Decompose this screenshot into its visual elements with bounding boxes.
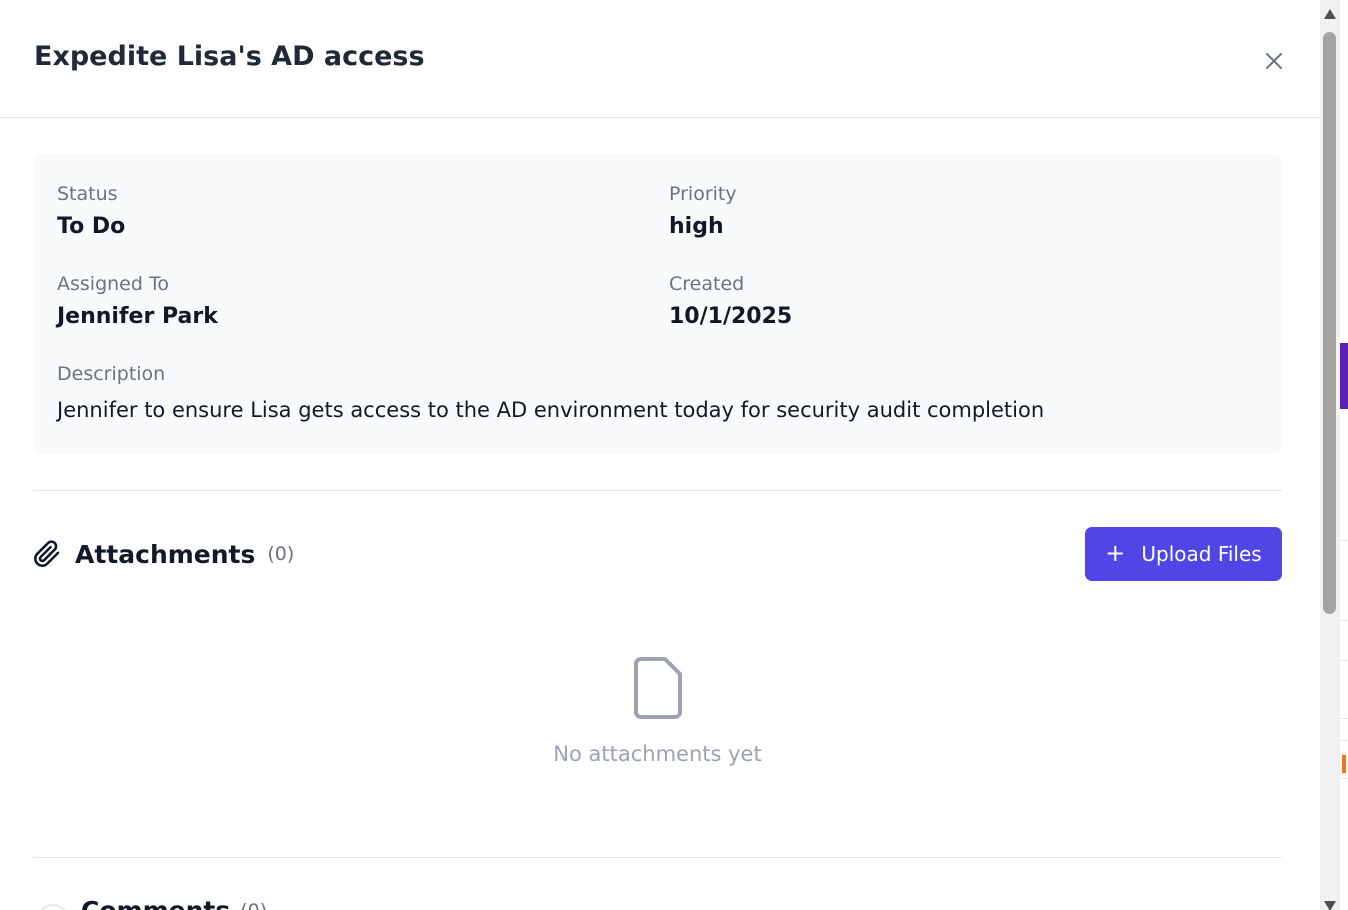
upload-files-label: Upload Files xyxy=(1141,542,1262,566)
background-divider xyxy=(1340,660,1348,661)
priority-value: high xyxy=(669,214,724,239)
scrollbar-thumb[interactable] xyxy=(1323,32,1336,614)
status-field: Status To Do xyxy=(57,183,125,240)
modal-header: Expedite Lisa's AD access xyxy=(0,0,1320,118)
status-value: To Do xyxy=(57,214,126,239)
description-value: Jennifer to ensure Lisa gets access to t… xyxy=(57,398,1045,422)
comments-header: Comments (0) xyxy=(33,896,267,910)
comments-count: (0) xyxy=(240,900,267,910)
page: Expedite Lisa's AD access Status To Do P… xyxy=(0,0,1348,910)
attachments-header: Attachments (0) + Upload Files xyxy=(33,527,1282,581)
created-label: Created xyxy=(669,273,745,295)
attachments-empty-state: No attachments yet xyxy=(33,656,1282,766)
created-field: Created 10/1/2025 xyxy=(669,273,792,330)
background-divider xyxy=(1340,778,1348,779)
background-purple-element xyxy=(1340,343,1348,409)
comments-icon xyxy=(37,904,69,910)
status-label: Status xyxy=(57,183,118,205)
task-info-card: Status To Do Priority high Assigned To J… xyxy=(33,154,1282,454)
close-icon xyxy=(1266,52,1282,69)
background-divider xyxy=(1340,620,1348,621)
assigned-value: Jennifer Park xyxy=(57,304,218,329)
scroll-up-arrow-icon[interactable] xyxy=(1324,9,1336,19)
attachments-title-group: Attachments (0) xyxy=(33,540,294,569)
plus-icon: + xyxy=(1105,538,1126,567)
modal-title: Expedite Lisa's AD access xyxy=(34,41,425,72)
file-icon xyxy=(633,657,682,719)
upload-files-button[interactable]: + Upload Files xyxy=(1085,527,1282,581)
priority-field: Priority high xyxy=(669,183,737,240)
background-divider xyxy=(1340,740,1348,741)
scroll-down-arrow-icon[interactable] xyxy=(1324,901,1336,910)
close-button[interactable] xyxy=(1261,48,1287,74)
description-field: Description Jennifer to ensure Lisa gets… xyxy=(57,363,1044,423)
section-divider xyxy=(33,857,1282,858)
empty-attachments-text: No attachments yet xyxy=(553,742,762,766)
background-divider xyxy=(1340,718,1348,719)
section-divider xyxy=(33,490,1282,491)
assigned-field: Assigned To Jennifer Park xyxy=(57,273,218,330)
attachments-count: (0) xyxy=(267,543,295,565)
assigned-label: Assigned To xyxy=(57,273,169,295)
paperclip-icon xyxy=(33,540,61,568)
created-value: 10/1/2025 xyxy=(669,304,793,329)
task-detail-modal: Expedite Lisa's AD access Status To Do P… xyxy=(0,0,1320,910)
priority-label: Priority xyxy=(669,183,737,205)
description-label: Description xyxy=(57,363,166,385)
attachments-title: Attachments xyxy=(75,539,256,569)
background-accent-mark xyxy=(1342,755,1346,773)
background-divider xyxy=(1340,540,1348,541)
modal-scrollbar[interactable] xyxy=(1320,0,1340,910)
comments-title: Comments xyxy=(81,896,230,910)
